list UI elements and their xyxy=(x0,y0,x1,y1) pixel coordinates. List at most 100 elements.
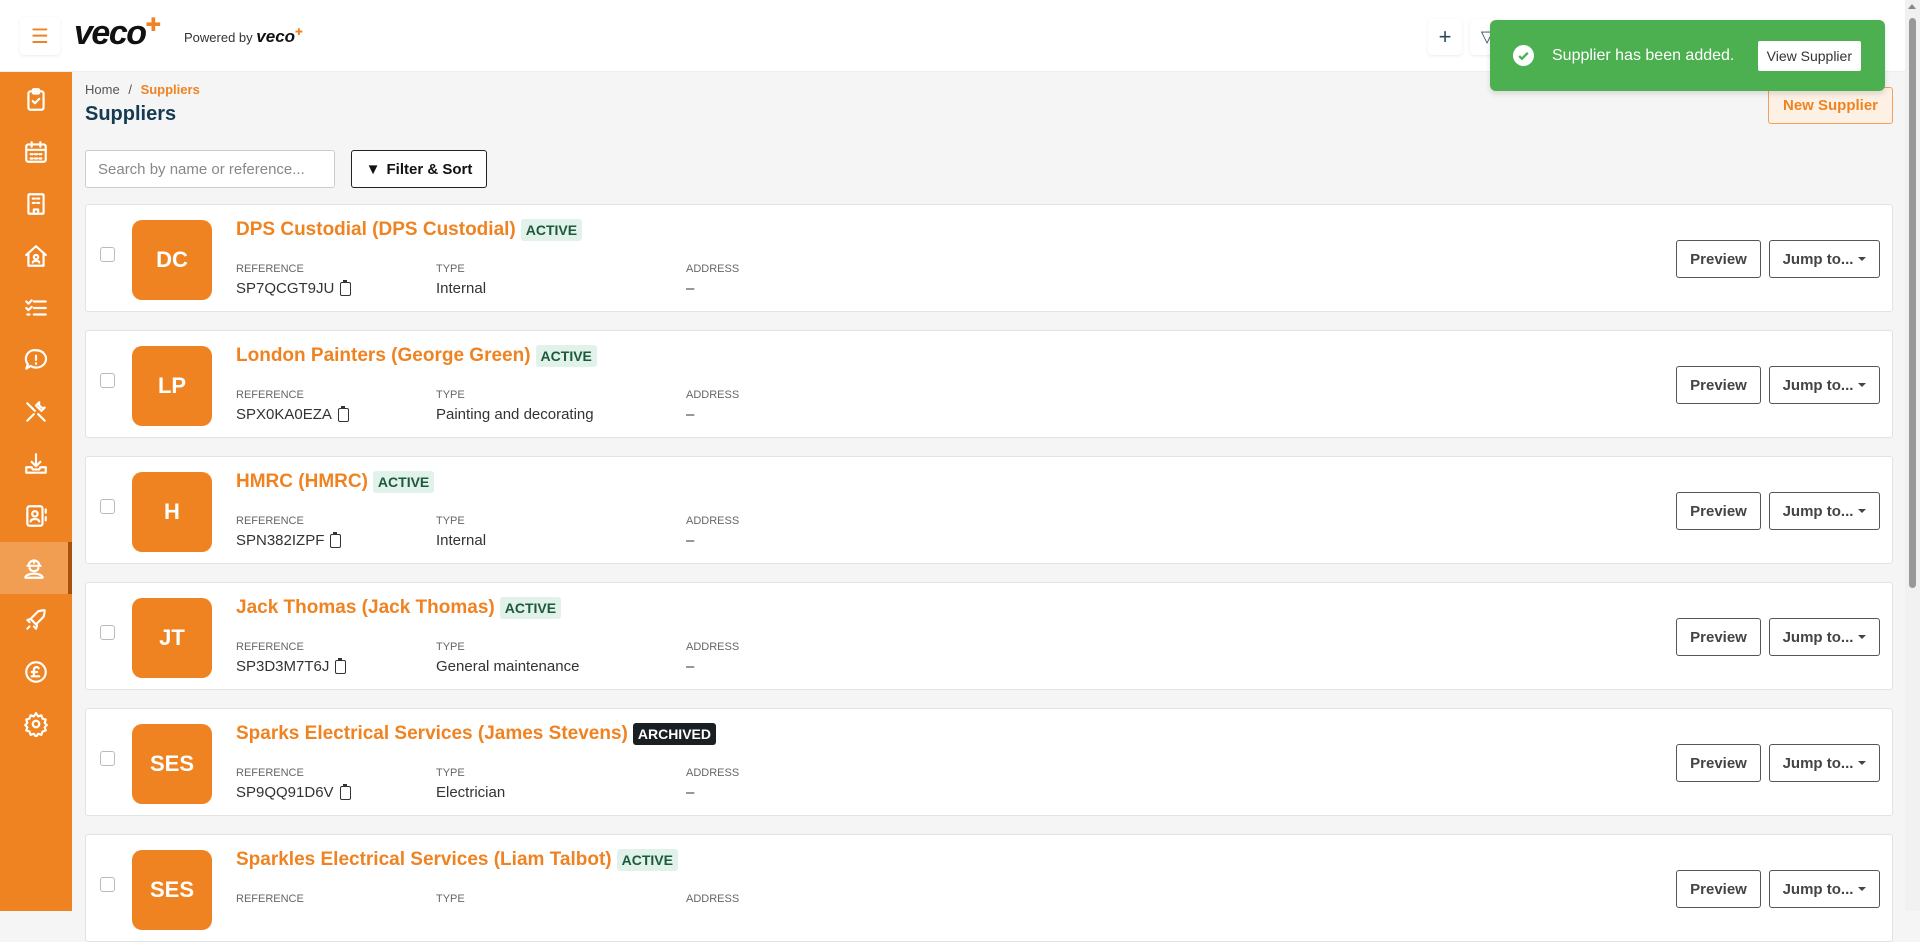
sidebar-item-finance[interactable] xyxy=(0,646,72,698)
supplier-name-link[interactable]: London Painters (George Green) xyxy=(236,345,531,367)
caret-down-icon xyxy=(1858,887,1867,891)
sidebar xyxy=(0,72,72,911)
jump-to-dropdown[interactable]: Jump to... xyxy=(1769,744,1880,782)
veco-logo[interactable]: veco✚ xyxy=(74,14,161,53)
supplier-name-link[interactable]: DPS Custodial (DPS Custodial) xyxy=(236,219,516,241)
plus-icon: + xyxy=(1438,24,1452,49)
supplier-card: LP London Painters (George Green) ACTIVE … xyxy=(85,330,1893,438)
reference-value: SP3D3M7T6J xyxy=(236,658,330,675)
supplier-name-link[interactable]: Sparkles Electrical Services (Liam Talbo… xyxy=(236,849,612,871)
clipboard-icon[interactable] xyxy=(340,279,352,296)
avatar: LP xyxy=(132,346,212,426)
new-supplier-button[interactable]: New Supplier xyxy=(1768,87,1893,124)
menu-toggle-button[interactable]: ☰ xyxy=(20,17,60,55)
select-checkbox[interactable] xyxy=(100,751,115,766)
supplier-name-link[interactable]: HMRC (HMRC) xyxy=(236,471,368,493)
supplier-card: SES Sparks Electrical Services (James St… xyxy=(85,708,1893,816)
scrollbar[interactable] xyxy=(1905,0,1920,911)
supplier-name-link[interactable]: Jack Thomas (Jack Thomas) xyxy=(236,597,495,619)
powered-by: Powered by veco✚ xyxy=(184,27,303,46)
check-circle-icon xyxy=(1513,45,1534,66)
select-checkbox[interactable] xyxy=(100,625,115,640)
reference-value: SP7QCGT9JU xyxy=(236,280,335,297)
breadcrumb: Home / Suppliers xyxy=(85,82,200,97)
search-input[interactable] xyxy=(85,150,335,188)
supplier-card: JT Jack Thomas (Jack Thomas) ACTIVE Refer… xyxy=(85,582,1893,690)
caret-down-icon xyxy=(1858,635,1867,639)
select-checkbox[interactable] xyxy=(100,877,115,892)
type-label: Type xyxy=(436,515,465,527)
clipboard-icon[interactable] xyxy=(337,405,349,422)
jump-to-dropdown[interactable]: Jump to... xyxy=(1769,240,1880,278)
avatar: SES xyxy=(132,850,212,930)
select-checkbox[interactable] xyxy=(100,499,115,514)
address-label: Address xyxy=(686,263,740,275)
address-label: Address xyxy=(686,389,740,401)
reference-value: SPN382IZPF xyxy=(236,532,325,549)
scroll-up-icon[interactable] xyxy=(1908,4,1916,9)
sidebar-item-checklists[interactable] xyxy=(0,282,72,334)
breadcrumb-home[interactable]: Home xyxy=(85,82,120,97)
jump-to-dropdown[interactable]: Jump to... xyxy=(1769,870,1880,908)
select-checkbox[interactable] xyxy=(100,373,115,388)
address-value: – xyxy=(686,532,695,549)
sidebar-item-settings[interactable] xyxy=(0,698,72,750)
jump-to-dropdown[interactable]: Jump to... xyxy=(1769,366,1880,404)
preview-button[interactable]: Preview xyxy=(1676,618,1761,656)
clipboard-icon[interactable] xyxy=(339,783,351,800)
sidebar-item-suppliers[interactable] xyxy=(0,542,72,594)
status-badge: ACTIVE xyxy=(499,597,562,619)
filter-icon: ▼ xyxy=(365,160,381,178)
clipboard-icon[interactable] xyxy=(335,657,347,674)
success-toast: Supplier has been added. View Supplier xyxy=(1490,20,1885,91)
type-value: General maintenance xyxy=(436,658,580,675)
sidebar-item-properties[interactable] xyxy=(0,230,72,282)
maintenance-icon xyxy=(26,401,46,422)
preview-button[interactable]: Preview xyxy=(1676,744,1761,782)
jump-to-dropdown[interactable]: Jump to... xyxy=(1769,618,1880,656)
hamburger-icon: ☰ xyxy=(31,25,49,48)
avatar: SES xyxy=(132,724,212,804)
sidebar-item-calendar[interactable] xyxy=(0,126,72,178)
sidebar-item-issues[interactable] xyxy=(0,334,72,386)
sidebar-item-maintenance[interactable] xyxy=(0,386,72,438)
preview-button[interactable]: Preview xyxy=(1676,870,1761,908)
scrollbar-thumb[interactable] xyxy=(1909,18,1916,588)
type-label: Type xyxy=(436,893,465,905)
filter-sort-button[interactable]: ▼ Filter & Sort xyxy=(351,150,487,188)
sidebar-item-downloads[interactable] xyxy=(0,438,72,490)
address-value: – xyxy=(686,784,695,801)
reference-value: SP9QQ91D6V xyxy=(236,784,334,801)
suppliers-icon xyxy=(24,559,44,579)
clipboard-icon[interactable] xyxy=(330,531,342,548)
type-value: Electrician xyxy=(436,784,506,801)
type-label: Type xyxy=(436,389,465,401)
preview-button[interactable]: Preview xyxy=(1676,366,1761,404)
checklists-icon xyxy=(25,299,47,316)
supplier-name-link[interactable]: Sparks Electrical Services (James Steven… xyxy=(236,723,628,745)
page-title: Suppliers xyxy=(85,103,177,125)
view-supplier-button[interactable]: View Supplier xyxy=(1757,40,1861,71)
preview-button[interactable]: Preview xyxy=(1676,240,1761,278)
supplier-card: H HMRC (HMRC) ACTIVE Reference Type Addre… xyxy=(85,456,1893,564)
address-value: – xyxy=(686,658,695,675)
reference-label: Reference xyxy=(236,767,304,779)
reference-label: Reference xyxy=(236,893,304,905)
breadcrumb-current[interactable]: Suppliers xyxy=(141,82,200,97)
sidebar-item-buildings[interactable] xyxy=(0,178,72,230)
type-value: Internal xyxy=(436,280,487,297)
reference-label: Reference xyxy=(236,263,304,275)
type-value: Internal xyxy=(436,532,487,549)
address-value: – xyxy=(686,280,695,297)
sidebar-item-projects[interactable] xyxy=(0,594,72,646)
add-button[interactable]: + xyxy=(1428,19,1462,55)
reference-value: SPX0KA0EZA xyxy=(236,406,332,423)
sidebar-item-tasks[interactable] xyxy=(0,74,72,126)
preview-button[interactable]: Preview xyxy=(1676,492,1761,530)
select-checkbox[interactable] xyxy=(100,247,115,262)
jump-to-dropdown[interactable]: Jump to... xyxy=(1769,492,1880,530)
type-value: Painting and decorating xyxy=(436,406,594,423)
address-value: – xyxy=(686,406,695,423)
downloads-icon xyxy=(25,453,47,474)
sidebar-item-contacts[interactable] xyxy=(0,490,72,542)
